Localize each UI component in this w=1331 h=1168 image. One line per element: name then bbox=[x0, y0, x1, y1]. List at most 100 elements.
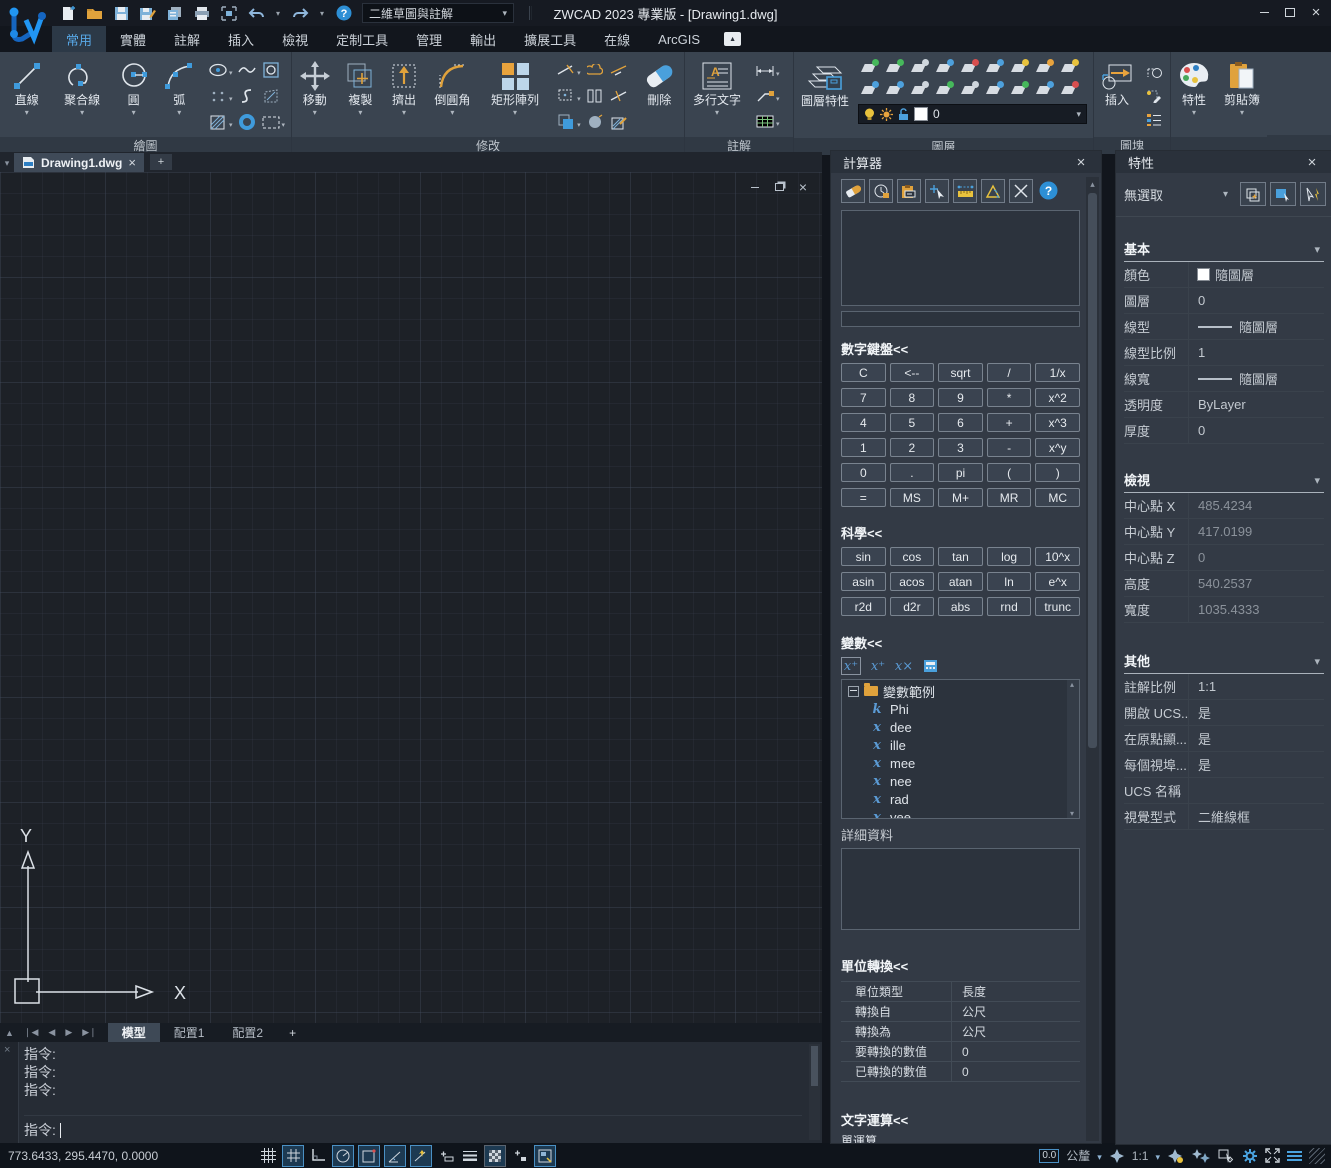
polyline-button[interactable]: 聚合線 bbox=[53, 55, 110, 137]
next-layout-icon[interactable]: ▶ bbox=[60, 1027, 77, 1038]
property-row[interactable]: 厚度 0 bbox=[1124, 418, 1324, 444]
new-file-icon[interactable] bbox=[58, 4, 76, 22]
property-row[interactable]: 線型 隨圖層 bbox=[1124, 314, 1324, 340]
file-tabs-icon[interactable] bbox=[534, 1145, 556, 1167]
scrollbar-thumb[interactable] bbox=[1088, 193, 1097, 748]
maximize-button[interactable] bbox=[1279, 3, 1301, 21]
save-as-icon[interactable] bbox=[139, 4, 157, 22]
unit-conversion-row[interactable]: 轉換自 公尺 bbox=[841, 1001, 1080, 1021]
layer-unlock-icon[interactable] bbox=[981, 57, 1006, 79]
get-coordinates-icon[interactable] bbox=[925, 179, 949, 203]
viewport-close-icon[interactable] bbox=[796, 180, 810, 194]
viewport-minimize-icon[interactable] bbox=[748, 180, 762, 194]
preview-icon[interactable] bbox=[220, 4, 238, 22]
delete-variable-icon[interactable]: x× bbox=[895, 658, 913, 674]
command-prompt[interactable]: 指令: bbox=[24, 1115, 802, 1140]
calc-key[interactable]: 6 bbox=[938, 413, 983, 432]
calc-sci-key[interactable]: ln bbox=[987, 572, 1032, 591]
chevron-down-icon[interactable] bbox=[229, 115, 233, 130]
polar-tracking-icon[interactable] bbox=[332, 1145, 354, 1167]
chevron-down-icon[interactable] bbox=[25, 107, 29, 117]
unit-conversion-row[interactable]: 要轉換的數值 0 bbox=[841, 1041, 1080, 1061]
property-row[interactable]: 線寬 隨圖層 bbox=[1124, 366, 1324, 392]
history-icon[interactable] bbox=[869, 179, 893, 203]
grid-display-icon[interactable] bbox=[258, 1146, 278, 1166]
variables-scrollbar[interactable] bbox=[1067, 680, 1079, 818]
chevron-down-icon[interactable] bbox=[313, 107, 317, 117]
select-objects-icon[interactable] bbox=[1270, 182, 1296, 206]
property-row[interactable]: 寬度 1035.4333 bbox=[1124, 597, 1324, 623]
calc-key[interactable]: 2 bbox=[890, 438, 935, 457]
layer-off-icon[interactable] bbox=[906, 57, 931, 79]
annotation-scale-value[interactable]: 1:1 bbox=[1132, 1149, 1149, 1163]
ribbon-tab[interactable]: ArcGIS bbox=[644, 26, 714, 52]
auto-annotation-icon[interactable] bbox=[510, 1146, 530, 1166]
table-icon[interactable] bbox=[755, 111, 775, 131]
toggle-pickadd-icon[interactable] bbox=[1300, 182, 1326, 206]
ribbon-tab[interactable]: 常用 bbox=[52, 26, 106, 52]
variables-tree[interactable]: 變數範例 k Phi x dee x ille bbox=[841, 679, 1080, 819]
layer-previous-icon[interactable] bbox=[881, 57, 906, 79]
leader-icon[interactable] bbox=[755, 86, 775, 106]
variables-heading[interactable]: 變數<< bbox=[841, 633, 1080, 652]
calc-sci-key[interactable]: rnd bbox=[987, 597, 1032, 616]
calc-sci-key[interactable]: tan bbox=[938, 547, 983, 566]
chevron-down-icon[interactable] bbox=[1240, 107, 1244, 117]
new-layout-button[interactable]: + bbox=[277, 1023, 308, 1042]
property-row[interactable]: 透明度 ByLayer bbox=[1124, 392, 1324, 418]
calc-sci-key[interactable]: asin bbox=[841, 572, 886, 591]
donut-icon[interactable] bbox=[237, 112, 257, 132]
new-variable-icon[interactable]: x⁺ bbox=[841, 657, 861, 675]
erase-part-icon[interactable] bbox=[609, 60, 629, 80]
keypad-heading[interactable]: 數字鍵盤<< bbox=[841, 339, 1080, 358]
trim-icon[interactable] bbox=[556, 60, 576, 80]
mirror-icon[interactable] bbox=[585, 86, 605, 106]
layer-copy-icon[interactable] bbox=[906, 79, 931, 101]
calc-sci-key[interactable]: r2d bbox=[841, 597, 886, 616]
calc-sci-key[interactable]: cos bbox=[890, 547, 935, 566]
property-row[interactable]: 開啟 UCS... 是 bbox=[1124, 700, 1324, 726]
publish-icon[interactable] bbox=[166, 4, 184, 22]
calc-key[interactable]: 7 bbox=[841, 388, 886, 407]
variable-row[interactable]: k Phi bbox=[870, 700, 1079, 718]
units-value-badge[interactable]: 0.0 bbox=[1039, 1149, 1059, 1163]
calc-key[interactable]: 3 bbox=[938, 438, 983, 457]
document-tab[interactable]: Drawing1.dwg bbox=[14, 153, 144, 172]
layer-unisolate-icon[interactable] bbox=[1031, 79, 1056, 101]
ribbon-tab[interactable]: 實體 bbox=[106, 26, 160, 52]
property-row[interactable]: 線型比例 1 bbox=[1124, 340, 1324, 366]
copy-button[interactable]: 複製 bbox=[338, 55, 384, 137]
chevron-down-icon[interactable] bbox=[513, 107, 517, 117]
new-document-tab-button[interactable] bbox=[150, 154, 172, 170]
break-icon[interactable] bbox=[585, 112, 605, 132]
calc-key[interactable]: 5 bbox=[890, 413, 935, 432]
annotation-visibility-toggle-icon[interactable] bbox=[1167, 1148, 1184, 1164]
calc-key[interactable]: x^3 bbox=[1035, 413, 1080, 432]
layer-isolate-icon[interactable] bbox=[1056, 57, 1081, 79]
annotation-scale-icon[interactable] bbox=[1109, 1148, 1125, 1164]
arc-button[interactable]: 弧 bbox=[156, 55, 202, 137]
property-row[interactable]: 圖層 0 bbox=[1124, 288, 1324, 314]
scroll-up-icon[interactable] bbox=[1086, 177, 1099, 191]
layer-delete-icon[interactable] bbox=[1056, 79, 1081, 101]
calc-key[interactable]: MR bbox=[987, 488, 1032, 507]
chevron-down-icon[interactable] bbox=[776, 89, 780, 104]
calculator-scrollbar[interactable] bbox=[1086, 177, 1099, 1141]
calc-key[interactable]: sqrt bbox=[938, 363, 983, 382]
unit-conversion-row[interactable]: 轉換為 公尺 bbox=[841, 1021, 1080, 1041]
chevron-down-icon[interactable] bbox=[282, 115, 286, 130]
variable-row[interactable]: x rad bbox=[870, 790, 1079, 808]
spline-icon[interactable] bbox=[237, 60, 257, 80]
calc-key[interactable]: pi bbox=[938, 463, 983, 482]
unit-conversion-row[interactable]: 單位類型 長度 bbox=[841, 981, 1080, 1001]
calc-sci-key[interactable]: trunc bbox=[1035, 597, 1080, 616]
chevron-down-icon[interactable] bbox=[132, 107, 136, 117]
chevron-down-icon[interactable] bbox=[229, 63, 233, 78]
chevron-down-icon[interactable] bbox=[229, 89, 233, 104]
redo-dropdown-icon[interactable] bbox=[318, 4, 326, 22]
ribbon-tab[interactable]: 在線 bbox=[590, 26, 644, 52]
auto-scale-toggle-icon[interactable] bbox=[1191, 1148, 1211, 1164]
layer-freeze-icon[interactable] bbox=[931, 57, 956, 79]
save-icon[interactable] bbox=[112, 4, 130, 22]
ribbon-tab[interactable]: 定制工具 bbox=[322, 26, 402, 52]
